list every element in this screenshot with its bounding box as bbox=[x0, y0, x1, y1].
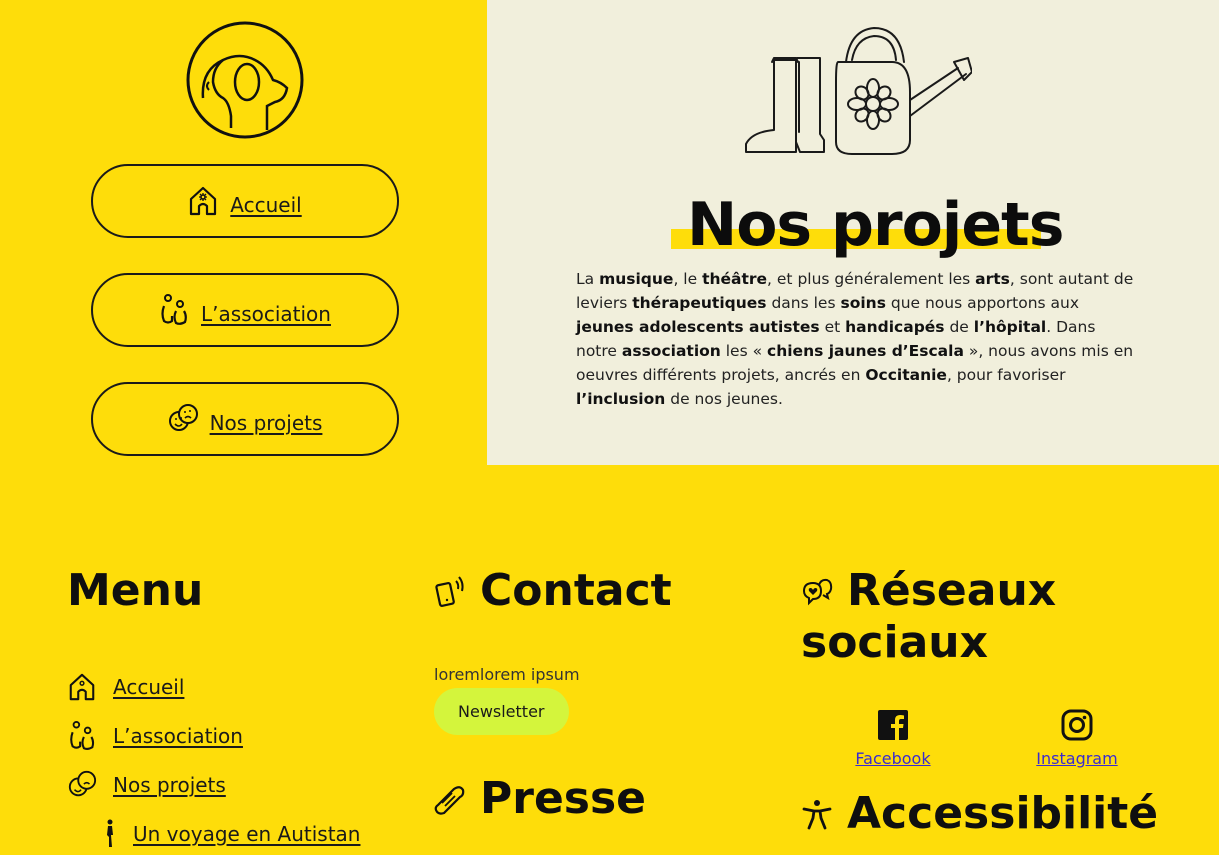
house-flower-icon bbox=[69, 673, 95, 700]
instagram-link[interactable]: Instagram bbox=[1036, 749, 1117, 768]
social-item-facebook[interactable]: Facebook bbox=[801, 709, 985, 768]
facebook-link[interactable]: Facebook bbox=[855, 749, 930, 768]
list-item: Un voyage en Autistan bbox=[67, 809, 387, 855]
walking-person-icon bbox=[107, 819, 113, 847]
social-title-line1: Réseaux bbox=[847, 565, 1057, 616]
phone-icon bbox=[435, 576, 464, 607]
social-links: Facebook Instagram bbox=[801, 709, 1181, 768]
newsletter-button[interactable]: Newsletter bbox=[434, 688, 569, 735]
newspaper-roll-icon bbox=[434, 786, 465, 815]
people-icon bbox=[70, 720, 95, 750]
social-item-instagram[interactable]: Instagram bbox=[985, 709, 1169, 768]
presse-heading: Presse bbox=[434, 773, 754, 825]
page-title: Nos projets bbox=[687, 190, 1064, 260]
nav-button-label: Nos projets bbox=[209, 411, 323, 435]
left-nav-panel: Accueil L’association Nos projets bbox=[0, 0, 487, 465]
house-flower-icon bbox=[190, 186, 217, 216]
presse-title: Presse bbox=[480, 773, 647, 824]
dog-girl-logo[interactable] bbox=[185, 20, 305, 140]
facebook-icon[interactable] bbox=[877, 709, 909, 741]
nav-button-label: L’association bbox=[201, 302, 331, 326]
contact-text: loremlorem ipsum bbox=[434, 665, 580, 684]
theater-masks-icon bbox=[68, 770, 97, 796]
footer-contact-column: Contact loremlorem ipsum Newsletter Pres… bbox=[434, 565, 754, 825]
contact-heading: Contact bbox=[434, 565, 754, 617]
accessibility-title: Accessibilité bbox=[847, 788, 1159, 839]
nav-button-label: Accueil bbox=[230, 193, 302, 217]
list-item: Nos projets bbox=[67, 760, 387, 809]
footer-link-association[interactable]: L’association bbox=[113, 724, 243, 748]
nav-button-association[interactable]: L’association bbox=[91, 273, 399, 347]
footer-link-voyage-autistan[interactable]: Un voyage en Autistan bbox=[133, 822, 360, 846]
speech-bubbles-heart-icon bbox=[802, 578, 833, 606]
instagram-icon[interactable] bbox=[1061, 709, 1093, 741]
menu-heading: Menu bbox=[67, 565, 204, 616]
hero-section: Nos projets La musique, le théâtre, et p… bbox=[487, 0, 1219, 465]
nav-button-nos-projets[interactable]: Nos projets bbox=[91, 382, 399, 456]
list-item: Accueil bbox=[67, 662, 387, 711]
boots-and-watering-can-illustration bbox=[745, 27, 972, 155]
footer-menu-column: Menu Accueil L’association Nos projets U… bbox=[67, 565, 387, 855]
accessibility-heading: Accessibilité bbox=[801, 788, 1181, 840]
list-item: L’association bbox=[67, 711, 387, 760]
footer-menu-list: Accueil L’association Nos projets Un voy… bbox=[67, 662, 387, 855]
intro-paragraph: La musique, le théâtre, et plus générale… bbox=[576, 270, 1134, 408]
accessibility-person-icon bbox=[802, 800, 832, 830]
social-heading: Réseaux sociaux bbox=[801, 565, 1181, 669]
footer-social-column: Réseaux sociaux Facebook Instagram Acces… bbox=[801, 565, 1181, 840]
footer-link-accueil[interactable]: Accueil bbox=[113, 675, 184, 699]
social-title-line2: sociaux bbox=[801, 617, 988, 668]
people-icon bbox=[161, 294, 187, 325]
contact-title: Contact bbox=[480, 565, 672, 616]
footer-link-nos-projets[interactable]: Nos projets bbox=[113, 773, 226, 797]
nav-button-accueil[interactable]: Accueil bbox=[91, 164, 399, 238]
theater-masks-icon bbox=[168, 404, 198, 431]
